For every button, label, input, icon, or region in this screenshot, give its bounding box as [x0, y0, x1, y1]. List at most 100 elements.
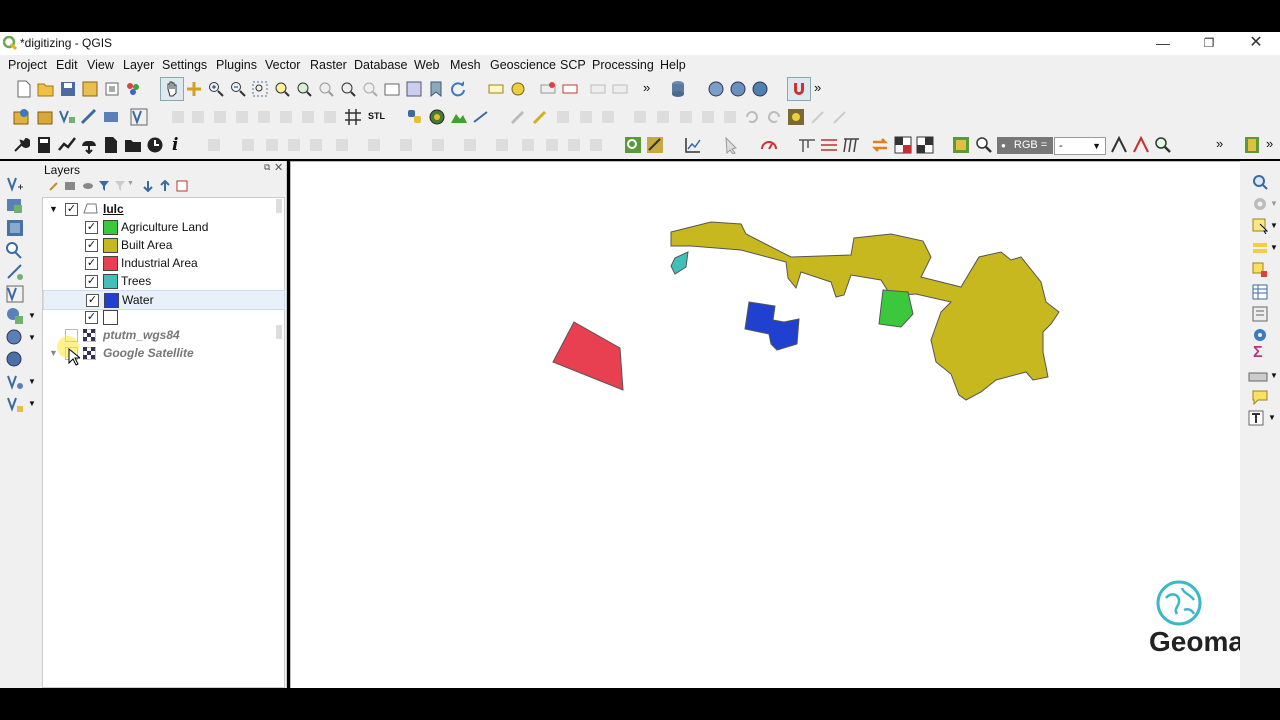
scp-disabled-11-icon[interactable]	[494, 137, 510, 153]
select-expr-dropdown-icon[interactable]: ▼	[1270, 243, 1278, 252]
expand-arrow-icon[interactable]: ▼	[49, 200, 58, 218]
attribute-table-icon[interactable]	[1252, 284, 1268, 300]
new-project-icon[interactable]	[16, 80, 32, 98]
category-row-industrial[interactable]: ✓ Industrial Area	[43, 254, 283, 272]
category-checkbox[interactable]: ✓	[85, 221, 98, 234]
industrial-polygon[interactable]	[552, 321, 624, 391]
undo-icon[interactable]	[744, 109, 760, 125]
scp-sync-icon[interactable]	[871, 136, 889, 154]
measure-line-icon[interactable]	[472, 108, 490, 126]
new-geopackage-icon[interactable]	[36, 108, 54, 126]
add-mssql-icon[interactable]	[6, 307, 24, 325]
georeferencer-icon[interactable]	[787, 108, 805, 126]
close-button[interactable]: ✕	[1233, 32, 1279, 55]
scp-disabled-3-icon[interactable]	[264, 137, 280, 153]
scp-disabled-12-icon[interactable]	[520, 137, 536, 153]
rotate-label-icon[interactable]	[612, 81, 628, 97]
collapse-all-icon[interactable]	[159, 180, 171, 192]
category-checkbox[interactable]: ✓	[85, 257, 98, 270]
wms-globe-icon[interactable]	[708, 81, 724, 97]
scp-search-icon[interactable]	[975, 136, 993, 154]
stl-icon[interactable]: STL	[368, 111, 385, 121]
menu-mesh[interactable]: Mesh	[450, 58, 481, 72]
scp-disabled-6-icon[interactable]	[334, 137, 350, 153]
measure-ruler-icon[interactable]	[1248, 371, 1268, 383]
snapping-overflow-icon[interactable]: »	[814, 80, 821, 95]
scp-overflow-icon[interactable]: »	[1216, 136, 1223, 151]
add-wfs-icon[interactable]	[6, 329, 24, 347]
add-vector-tile-icon[interactable]	[6, 395, 24, 413]
scp-disabled-4-icon[interactable]	[286, 137, 302, 153]
freehand-disabled-2-icon[interactable]	[832, 109, 848, 125]
scp-roi-icon[interactable]	[646, 136, 664, 154]
close-panel-icon[interactable]: ✕	[274, 161, 283, 174]
band-set-icon[interactable]	[124, 136, 142, 154]
diagram-icon[interactable]	[510, 81, 526, 97]
filter-dropdown-icon[interactable]: ▼	[127, 180, 134, 187]
deselect-all-icon[interactable]	[1252, 262, 1268, 278]
save-edits-icon[interactable]	[555, 109, 571, 125]
zoom-layer-icon[interactable]	[296, 81, 312, 97]
scp-plot-icon[interactable]	[684, 136, 702, 154]
add-raster-icon[interactable]	[102, 108, 120, 126]
category-row-other[interactable]: ✓	[43, 308, 283, 326]
filter-icon[interactable]	[98, 180, 110, 192]
digitizing-disabled-4-icon[interactable]	[234, 109, 250, 125]
select-dropdown-icon[interactable]: ▼	[1270, 221, 1278, 230]
identify-icon[interactable]	[1252, 174, 1268, 190]
edit-disabled-icon[interactable]	[510, 109, 526, 125]
menu-geoscience[interactable]: Geoscience	[490, 58, 556, 72]
dropdown-arrow-icon[interactable]: ▼	[28, 311, 36, 320]
menu-raster[interactable]: Raster	[310, 58, 347, 72]
scp-disabled-14-icon[interactable]	[566, 137, 582, 153]
add-feature-icon[interactable]	[578, 109, 594, 125]
water-polygon[interactable]	[744, 301, 800, 351]
select-by-expression-icon[interactable]	[1252, 240, 1268, 256]
zoom-full-icon[interactable]	[252, 81, 268, 97]
add-spatialite-icon[interactable]	[6, 263, 24, 281]
style-manager-icon[interactable]	[125, 81, 141, 97]
profile-tool-icon[interactable]	[450, 108, 468, 126]
zoom-in-icon[interactable]	[208, 81, 224, 97]
grid-icon[interactable]	[344, 108, 362, 126]
digitizing-disabled-7-icon[interactable]	[300, 109, 316, 125]
scp-band-icon[interactable]	[952, 136, 970, 154]
scp-edit-list-icon[interactable]	[820, 136, 838, 154]
new-map-view-icon[interactable]	[384, 81, 400, 97]
menu-layer[interactable]: Layer	[123, 58, 154, 72]
label-toolbar-icon[interactable]	[488, 81, 504, 97]
dropdown-arrow-4-icon[interactable]: ▼	[28, 399, 36, 408]
text-annotation-icon[interactable]	[1248, 410, 1264, 426]
category-row-agriculture[interactable]: ✓ Agriculture Land	[43, 218, 283, 236]
map-canvas[interactable]: Geomap	[290, 161, 1261, 689]
scp-disabled-9-icon[interactable]	[430, 137, 446, 153]
style-panel-icon[interactable]	[48, 180, 60, 192]
python-console-icon[interactable]	[406, 108, 424, 126]
toggle-editing-icon[interactable]	[532, 109, 548, 125]
menu-web[interactable]: Web	[414, 58, 439, 72]
statistics-sigma-icon[interactable]: Σ	[1253, 344, 1263, 362]
category-checkbox[interactable]: ✓	[86, 294, 99, 307]
add-virtual-layer-icon[interactable]	[130, 108, 148, 126]
filter-by-expression-icon[interactable]	[114, 180, 126, 192]
digitizing-disabled-3-icon[interactable]	[212, 109, 228, 125]
category-row-trees[interactable]: ✓ Trees	[43, 272, 283, 290]
save-project-icon[interactable]	[60, 81, 76, 97]
scp-disabled-8-icon[interactable]	[398, 137, 414, 153]
expand-all-icon[interactable]	[142, 180, 154, 192]
select-features-icon[interactable]	[1252, 218, 1268, 234]
digitizing-disabled-2-icon[interactable]	[190, 109, 206, 125]
float-panel-icon[interactable]: ⧉	[264, 162, 270, 173]
field-calculator-icon[interactable]	[1252, 306, 1268, 322]
cut-features-icon[interactable]	[678, 109, 694, 125]
group-visibility-checkbox[interactable]: ✓	[65, 203, 78, 216]
preprocessing-icon[interactable]	[102, 136, 120, 154]
dropdown-arrow-3-icon[interactable]: ▼	[28, 377, 36, 386]
scp-rgb-down-icon[interactable]	[1132, 136, 1150, 154]
data-source-manager-icon[interactable]	[12, 108, 30, 126]
menu-edit[interactable]: Edit	[56, 58, 78, 72]
map-tips-icon[interactable]	[1252, 389, 1268, 405]
bookmarks-icon[interactable]	[428, 81, 444, 97]
map-features[interactable]	[291, 162, 1240, 688]
new-shapefile-icon[interactable]	[6, 175, 24, 193]
